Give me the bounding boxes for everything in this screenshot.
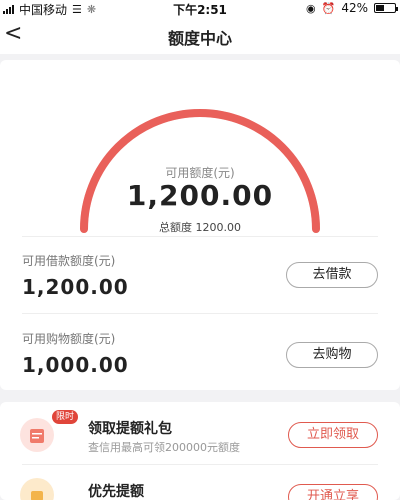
promo-item-priority[interactable]: 优先提额 开通立享: [0, 472, 400, 500]
available-quota-value: 1,200.00: [126, 179, 274, 212]
promo-title: 优先提额: [88, 484, 144, 500]
promo-card: 限时 领取提额礼包 查信用最高可领200000元额度 立即领取 优先提额 开通立…: [0, 402, 400, 500]
page-title: 额度中心: [167, 29, 232, 48]
limited-tag: 限时: [52, 410, 79, 424]
divider: [22, 236, 378, 237]
nav-bar: < 额度中心: [0, 18, 400, 54]
promo-item-gift[interactable]: 限时 领取提额礼包 查信用最高可领200000元额度 立即领取: [0, 410, 400, 462]
status-right: ◉ ⏰ 42%: [306, 1, 398, 15]
alarm-icon: ⏰: [321, 1, 336, 15]
battery-percent: 42%: [341, 1, 368, 15]
activate-button[interactable]: 开通立享: [288, 484, 378, 500]
loan-quota-row: 可用借款额度(元) 1,200.00 去借款: [22, 252, 378, 299]
lock-rotation-icon: ◉: [306, 1, 316, 15]
divider: [22, 464, 378, 465]
gift-box-icon: [20, 418, 54, 452]
shopping-quota-row: 可用购物额度(元) 1,000.00 去购物: [22, 330, 378, 377]
total-quota-text: 总额度 1200.00: [159, 221, 241, 234]
go-shopping-button[interactable]: 去购物: [286, 342, 378, 368]
quota-gauge: 可用额度(元) 1,200.00 总额度 1200.00: [70, 95, 330, 265]
promo-subtitle: 查信用最高可领200000元额度: [88, 441, 240, 454]
priority-icon: [20, 478, 54, 500]
promo-title: 领取提额礼包: [88, 421, 172, 437]
battery-icon: [374, 3, 398, 13]
go-borrow-button[interactable]: 去借款: [286, 262, 378, 288]
divider: [22, 313, 378, 314]
battery-fill: [376, 5, 384, 11]
claim-now-button[interactable]: 立即领取: [288, 422, 378, 448]
status-bar: 中国移动 ☰ ❋ 下午2:51 ◉ ⏰ 42%: [0, 0, 400, 18]
quota-card: 可用额度(元) 1,200.00 总额度 1200.00 可用借款额度(元) 1…: [0, 60, 400, 390]
